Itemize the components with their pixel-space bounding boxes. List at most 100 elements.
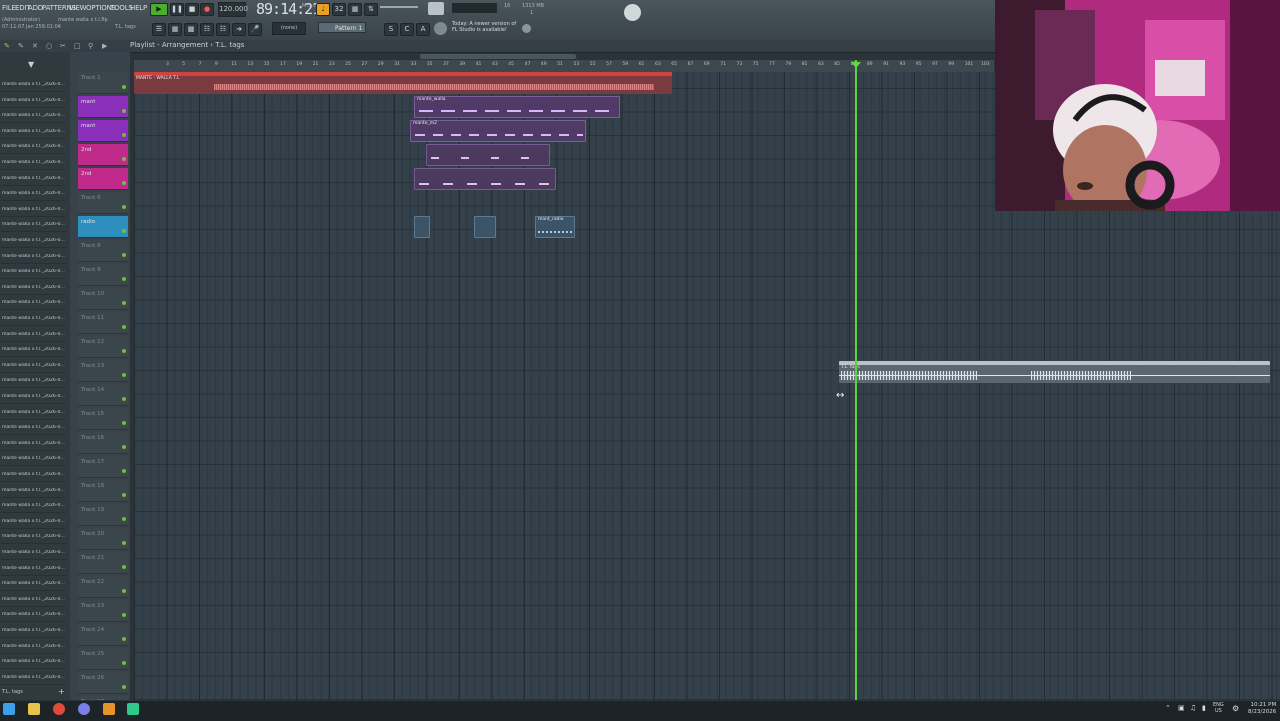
draw-icon[interactable]: ✎ [4,42,10,50]
playhead[interactable] [855,60,857,700]
browser-item[interactable]: mante walla x t.l._2026-0... [2,269,66,274]
browser-item[interactable]: mante walla x t.l._2026-0... [2,238,66,243]
track-enable-led[interactable] [122,637,126,641]
browser-item[interactable]: mante walla x t.l._2026-0... [2,363,66,368]
track-enable-led[interactable] [122,133,126,137]
track-enable-led[interactable] [122,325,126,329]
pattern-song-toggle[interactable]: ▶ [150,3,168,16]
track-header[interactable]: Track 6 [78,192,128,214]
tray-battery-icon[interactable]: ▮ [1202,704,1206,712]
track-header[interactable]: Track 8 [78,240,128,262]
mant-pattern-clip-1[interactable]: mante_walla [414,96,620,118]
browser-item[interactable]: mante walla x t.l._2026-0... [2,659,66,664]
browser-item[interactable]: mante walla x t.l._2026-0... [2,347,66,352]
browser-item[interactable]: mante walla x t.l._2026-0... [2,597,66,602]
browser-item[interactable]: mante walla x t.l._2026-0... [2,410,66,415]
browser-item[interactable]: mante walla x t.l._2026-0... [2,332,66,337]
track-enable-led[interactable] [122,181,126,185]
track-enable-led[interactable] [122,253,126,257]
browser-item[interactable]: mante walla x t.l._2026-0... [2,113,66,118]
track-header[interactable]: 2nd [78,168,128,190]
browser-item[interactable]: mante walla x t.l._2026-0... [2,98,66,103]
settings-gear-icon[interactable]: ⚙ [1232,704,1239,713]
track-header[interactable]: Track 10 [78,288,128,310]
step-button[interactable]: 32 [332,3,346,16]
track-enable-led[interactable] [122,157,126,161]
steam-icon[interactable] [624,4,641,21]
track-header[interactable]: Track 24 [78,624,128,646]
track-enable-led[interactable] [122,445,126,449]
browser-item[interactable]: mante walla x t.l._2026-0... [2,144,66,149]
browser-item[interactable]: mante walla x t.l._2026-0... [2,191,66,196]
2nd-pattern-clip-1[interactable] [426,144,550,166]
browser-item[interactable]: mante walla x t.l._2026-0... [2,82,66,87]
master-volume-slider[interactable] [380,6,418,8]
track-header[interactable]: Track 25 [78,648,128,670]
language-indicator[interactable]: ENG US [1213,702,1224,714]
track-enable-led[interactable] [122,661,126,665]
track-header[interactable]: Track 16 [78,432,128,454]
track-enable-led[interactable] [122,541,126,545]
track-enable-led[interactable] [122,589,126,593]
browser-menu-icon[interactable]: ▼ [28,60,34,69]
browser-item[interactable]: mante walla x t.l._2026-0... [2,300,66,305]
select-icon[interactable]: □ [74,42,81,50]
browser-item[interactable]: mante walla x t.l._2026-0... [2,675,66,680]
discord-icon[interactable] [78,703,90,715]
track-enable-led[interactable] [122,277,126,281]
track-header[interactable]: Track 20 [78,528,128,550]
mic-icon[interactable]: 🎤 [248,23,262,36]
track-header[interactable]: Track 14 [78,384,128,406]
browser-item[interactable]: mante walla x t.l._2026-0... [2,612,66,617]
radio-clip-3[interactable]: mant_radio [535,216,575,238]
slice-icon[interactable]: ✂ [60,42,66,50]
track-header[interactable]: mant [78,96,128,118]
2nd-pattern-clip-2[interactable] [414,168,556,190]
track-enable-led[interactable] [122,685,126,689]
track-header[interactable]: Track 9 [78,264,128,286]
countdown-button[interactable]: ⇅ [364,3,378,16]
track-header[interactable]: Track 17 [78,456,128,478]
menu-add[interactable]: ADD [28,4,43,12]
horizontal-scrollbar[interactable] [420,54,576,59]
tempo-display[interactable]: 120.000 [218,2,248,17]
browser-item[interactable]: mante walla x t.l._2026-0... [2,222,66,227]
play-button[interactable]: ❚❚ [170,3,184,16]
piano-roll-icon[interactable]: ▩ [184,23,198,36]
zoom-icon[interactable]: ⚲ [88,42,93,50]
channel-rack-icon[interactable]: ☷ [200,23,214,36]
browser-item[interactable]: mante walla x t.l._2026-0... [2,254,66,259]
track-header[interactable]: Track 15 [78,408,128,430]
browser-item[interactable]: mante walla x t.l._2026-0... [2,129,66,134]
shift-button[interactable]: S [384,23,398,36]
browser-item[interactable]: mante walla x t.l._2026-0... [2,581,66,586]
alt-button[interactable]: A [416,23,430,36]
browser-item[interactable]: mante walla x t.l._2026-0... [2,472,66,477]
browser-item[interactable]: mante walla x t.l._2026-0... [2,285,66,290]
radio-clip-2[interactable] [474,216,496,238]
track-enable-led[interactable] [122,301,126,305]
file-explorer-icon[interactable] [28,703,40,715]
track-enable-led[interactable] [122,373,126,377]
browser-item[interactable]: mante walla x t.l._2026-0... [2,394,66,399]
track-enable-led[interactable] [122,349,126,353]
obs-icon[interactable] [127,703,139,715]
master-audio-clip[interactable]: MANTE - WALLA T.L [134,72,672,94]
tray-chevron-icon[interactable]: ⌃ [1165,704,1171,712]
browser-item[interactable]: mante walla x t.l._2026-0... [2,566,66,571]
taskbar-clock[interactable]: 10:21 PM 8/23/2026 [1248,702,1276,716]
track-header[interactable]: Track 19 [78,504,128,526]
track-header[interactable]: mant [78,120,128,142]
windows-start-icon[interactable] [3,703,15,715]
track-header[interactable]: Track 23 [78,600,128,622]
track-header[interactable]: Track 12 [78,336,128,358]
browser-item[interactable]: mante walla x t.l._2026-0... [2,160,66,165]
track-header[interactable]: 2nd [78,144,128,166]
track-enable-led[interactable] [122,469,126,473]
track-enable-led[interactable] [122,493,126,497]
menu-view[interactable]: VIEW [69,4,87,12]
track-enable-led[interactable] [122,517,126,521]
mant-pattern-clip-2[interactable]: mante_m2 [410,120,586,142]
browser-add-icon[interactable]: + [58,687,65,696]
browser-item[interactable]: mante walla x t.l._2026-0... [2,534,66,539]
